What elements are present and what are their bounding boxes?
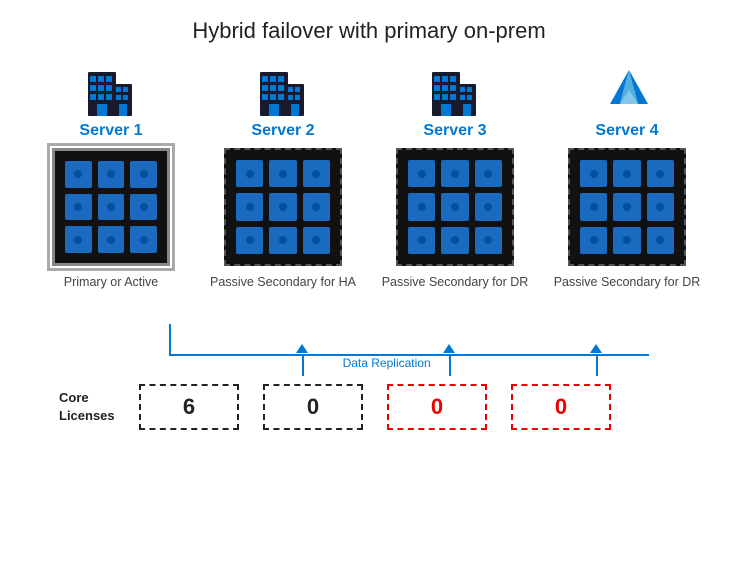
page: Hybrid failover with primary on-prem xyxy=(0,0,738,565)
chip-4-1 xyxy=(580,160,607,187)
chip-2-1 xyxy=(236,160,263,187)
chip-1-4 xyxy=(65,194,92,221)
cloud-icon-4 xyxy=(602,62,652,116)
license-boxes: 6 0 0 0 xyxy=(139,384,611,430)
license-box-2: 0 xyxy=(263,384,363,430)
chip-1-1 xyxy=(65,161,92,188)
chip-2-5 xyxy=(269,193,296,220)
vertical-line-s4 xyxy=(596,354,598,376)
chip-2-4 xyxy=(236,193,263,220)
server-4-label: Passive Secondary for DR xyxy=(554,274,701,324)
chip-3-2 xyxy=(441,160,468,187)
chip-4-9 xyxy=(647,227,674,254)
chip-3-6 xyxy=(475,193,502,220)
license-box-4: 0 xyxy=(511,384,611,430)
chip-1-8 xyxy=(98,226,125,253)
server-4-chipbox xyxy=(568,148,686,266)
vertical-line-s3 xyxy=(449,354,451,376)
license-box-3: 0 xyxy=(387,384,487,430)
chip-1-3 xyxy=(130,161,157,188)
chip-4-3 xyxy=(647,160,674,187)
license-value-1: 6 xyxy=(183,394,195,420)
chip-4-8 xyxy=(613,227,640,254)
chip-4-2 xyxy=(613,160,640,187)
server-3-chipbox xyxy=(396,148,514,266)
server-3-label: Passive Secondary for DR xyxy=(382,274,529,324)
chip-2-6 xyxy=(303,193,330,220)
server-col-3: Server 3 Passive Secondary for DR xyxy=(381,62,529,324)
license-value-4: 0 xyxy=(555,394,567,420)
chip-4-5 xyxy=(613,193,640,220)
server-col-1: Server 1 Primary or Active xyxy=(37,62,185,324)
chip-2-7 xyxy=(236,227,263,254)
chip-1-5 xyxy=(98,194,125,221)
connector-area: Data Replication xyxy=(59,324,679,376)
server-col-4: Server 4 Passive Secondary for DR xyxy=(553,62,701,324)
chip-2-2 xyxy=(269,160,296,187)
license-box-1: 6 xyxy=(139,384,239,430)
server-2-name: Server 2 xyxy=(251,122,314,140)
arrow-up-s4 xyxy=(590,344,602,353)
chip-1-2 xyxy=(98,161,125,188)
license-value-2: 0 xyxy=(307,394,319,420)
core-licenses-label: CoreLicenses xyxy=(59,389,139,425)
license-value-3: 0 xyxy=(431,394,443,420)
chip-1-7 xyxy=(65,226,92,253)
vertical-line-s1 xyxy=(169,324,171,354)
building-icon-1 xyxy=(86,62,136,116)
page-title: Hybrid failover with primary on-prem xyxy=(192,18,545,44)
chip-4-4 xyxy=(580,193,607,220)
chip-4-7 xyxy=(580,227,607,254)
server-1-label: Primary or Active xyxy=(64,274,158,324)
server-3-name: Server 3 xyxy=(423,122,486,140)
chip-2-9 xyxy=(303,227,330,254)
chip-4-6 xyxy=(647,193,674,220)
licenses-row: CoreLicenses 6 0 0 0 xyxy=(59,384,679,430)
server-4-name: Server 4 xyxy=(595,122,658,140)
chip-3-8 xyxy=(441,227,468,254)
chip-3-3 xyxy=(475,160,502,187)
chip-3-7 xyxy=(408,227,435,254)
building-icon-3 xyxy=(430,62,480,116)
replication-label: Data Replication xyxy=(343,356,431,370)
server-2-chipbox xyxy=(224,148,342,266)
server-1-name: Server 1 xyxy=(79,122,142,140)
server-1-chipbox xyxy=(52,148,170,266)
servers-row: Server 1 Primary or Active xyxy=(37,62,701,324)
chip-1-9 xyxy=(130,226,157,253)
vertical-line-s2 xyxy=(302,354,304,376)
building-icon-2 xyxy=(258,62,308,116)
arrow-up-s3 xyxy=(443,344,455,353)
server-2-label: Passive Secondary for HA xyxy=(210,274,356,324)
chip-3-1 xyxy=(408,160,435,187)
server-col-2: Server 2 Passive Secondary for HA xyxy=(209,62,357,324)
chip-3-4 xyxy=(408,193,435,220)
chip-2-3 xyxy=(303,160,330,187)
chip-3-5 xyxy=(441,193,468,220)
chip-3-9 xyxy=(475,227,502,254)
chip-1-6 xyxy=(130,194,157,221)
chip-2-8 xyxy=(269,227,296,254)
arrow-up-s2 xyxy=(296,344,308,353)
